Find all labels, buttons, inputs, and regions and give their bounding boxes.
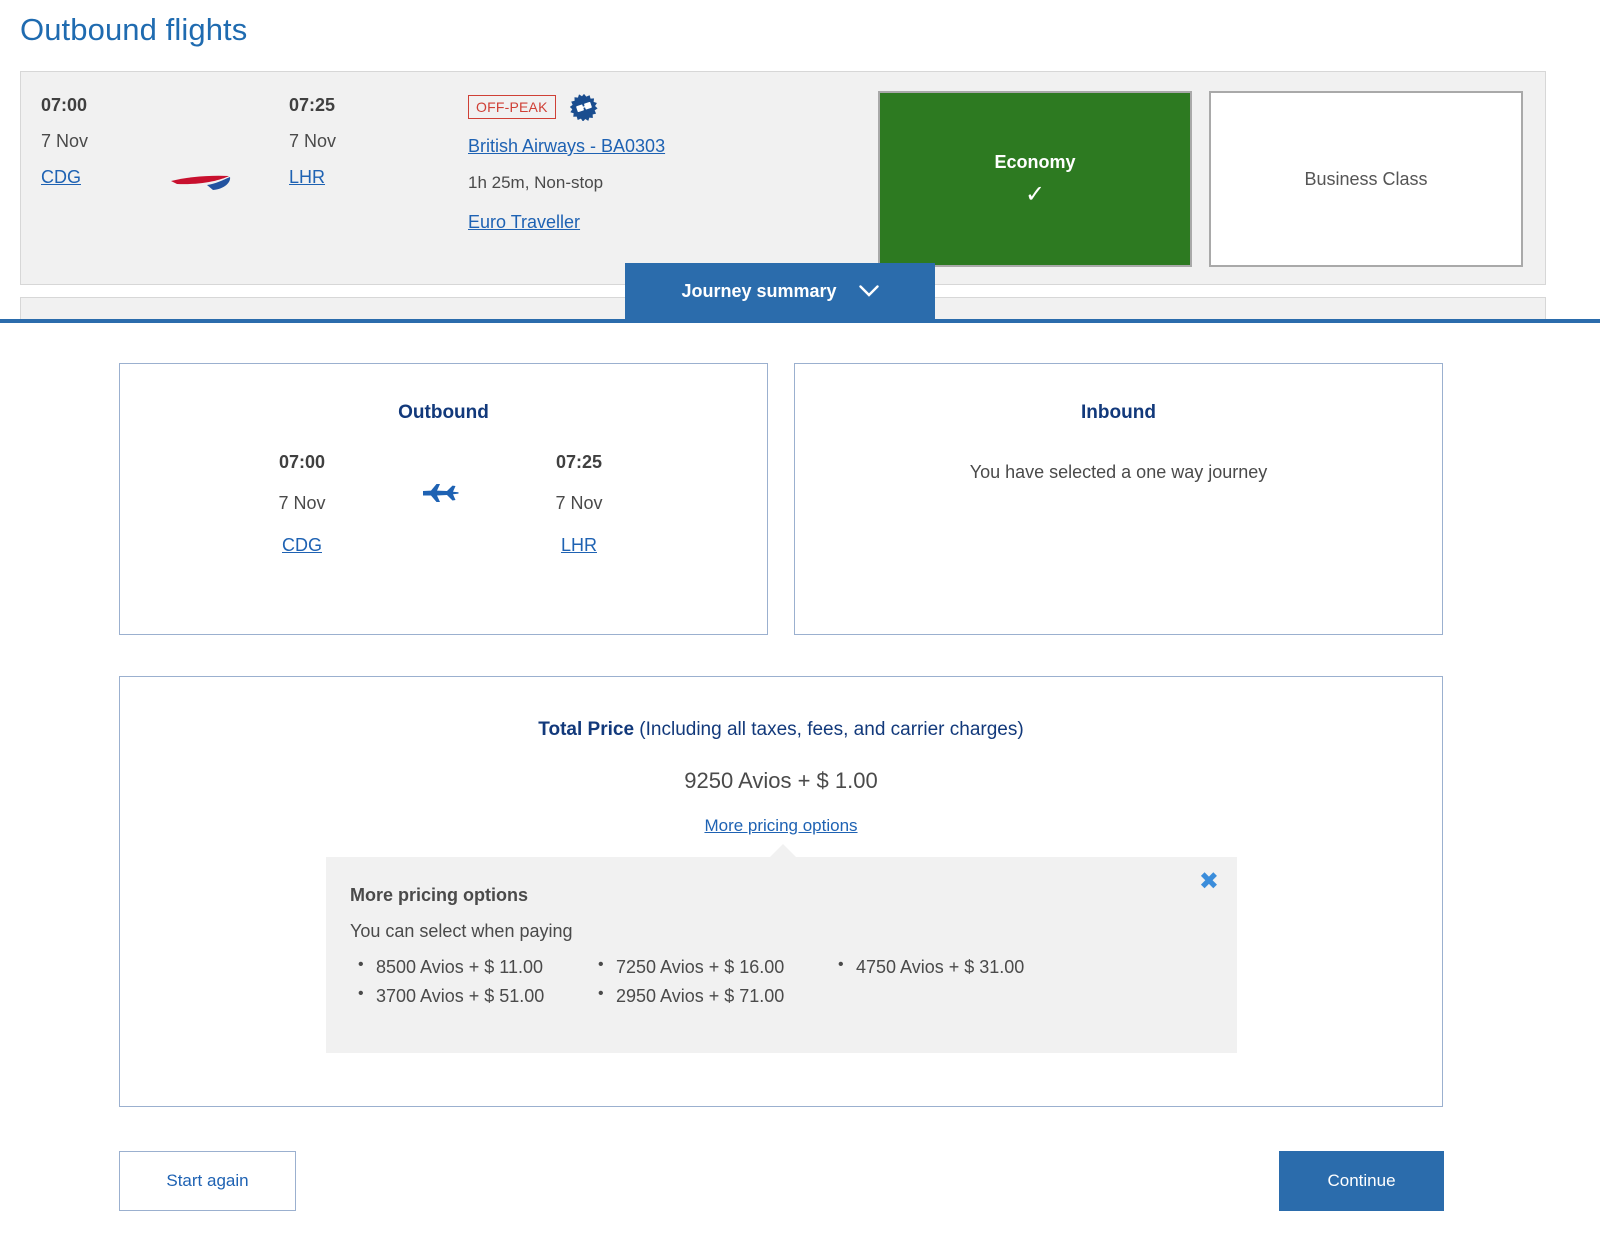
more-pricing-options-popup: More pricing options You can select when…	[326, 844, 1237, 1053]
inbound-summary-panel: Inbound You have selected a one way jour…	[794, 363, 1443, 635]
check-icon: ✓	[1024, 180, 1046, 208]
flight-departure-column: 07:00 7 Nov CDG	[41, 96, 221, 188]
departure-airport-link[interactable]: CDG	[41, 167, 81, 188]
list-item[interactable]: 3700 Avios + $ 51.00	[354, 985, 594, 1007]
total-price-heading: Total Price (Including all taxes, fees, …	[120, 719, 1442, 741]
cabin-option-business-label: Business Class	[1304, 168, 1428, 189]
flight-details-column: OFF-PEAK British Airways - BA0303 1h 25m…	[468, 92, 868, 233]
page-title: Outbound flights	[20, 12, 248, 47]
flight-result-card: 07:00 7 Nov CDG 07:25 7 Nov LHR OFF-PEAK…	[20, 71, 1546, 285]
list-item[interactable]: 4750 Avios + $ 31.00	[834, 956, 1074, 978]
cabin-option-economy[interactable]: Economy ✓	[878, 91, 1192, 267]
departure-date: 7 Nov	[41, 131, 89, 151]
outbound-departure-date: 7 Nov	[278, 493, 326, 513]
cabin-option-economy-label: Economy	[994, 151, 1076, 172]
popup-title: More pricing options	[350, 885, 528, 905]
outbound-leg-row: 07:00 7 Nov CDG 07:25 7 Nov LHR	[120, 452, 767, 572]
outbound-arrival-block: 07:25 7 Nov LHR	[479, 452, 679, 556]
rosette-badge-icon	[569, 93, 598, 121]
outbound-departure-block: 07:00 7 Nov CDG	[202, 452, 402, 556]
continue-button[interactable]: Continue	[1279, 1151, 1444, 1211]
start-again-button[interactable]: Start again	[119, 1151, 296, 1211]
inbound-panel-note: You have selected a one way journey	[969, 462, 1268, 482]
list-item[interactable]: 7250 Avios + $ 16.00	[594, 956, 834, 978]
flight-badges: OFF-PEAK	[468, 92, 868, 122]
inbound-panel-title: Inbound	[1081, 402, 1156, 423]
list-item[interactable]: 8500 Avios + $ 11.00	[354, 956, 594, 978]
outbound-panel-title: Outbound	[398, 402, 489, 423]
total-price-note: (Including all taxes, fees, and carrier …	[634, 719, 1024, 740]
total-price-card: Total Price (Including all taxes, fees, …	[119, 676, 1443, 1107]
section-divider	[0, 319, 1600, 323]
chevron-down-icon	[858, 285, 879, 297]
airplane-icon	[423, 484, 459, 502]
outbound-arrival-airport-link[interactable]: LHR	[561, 535, 597, 556]
outbound-departure-time: 07:00	[278, 452, 326, 472]
cabin-name-link[interactable]: Euro Traveller	[468, 212, 580, 233]
journey-summary-tab[interactable]: Journey summary	[625, 263, 935, 319]
cabin-option-business[interactable]: Business Class	[1209, 91, 1523, 267]
flight-arrival-column: 07:25 7 Nov LHR	[289, 96, 469, 188]
arrival-airport-link[interactable]: LHR	[289, 167, 325, 188]
total-price-amount: 9250 Avios + $ 1.00	[684, 768, 878, 793]
off-peak-badge: OFF-PEAK	[468, 95, 556, 119]
outbound-arrival-time: 07:25	[555, 452, 603, 472]
list-item[interactable]: 2950 Avios + $ 71.00	[594, 985, 834, 1007]
more-pricing-options-link[interactable]: More pricing options	[120, 816, 1442, 836]
arrival-time: 07:25	[289, 95, 336, 115]
popup-subtitle: You can select when paying	[350, 921, 573, 941]
flight-number-link[interactable]: British Airways - BA0303	[468, 136, 868, 157]
pricing-options-list: 8500 Avios + $ 11.00 7250 Avios + $ 16.0…	[354, 956, 1154, 1007]
close-icon[interactable]: ✖	[1199, 869, 1219, 893]
outbound-summary-panel: Outbound 07:00 7 Nov CDG 07:25 7 Nov LHR	[119, 363, 768, 635]
outbound-departure-airport-link[interactable]: CDG	[282, 535, 322, 556]
popup-arrow	[769, 844, 797, 858]
flight-duration: 1h 25m, Non-stop	[468, 173, 604, 192]
total-price-label: Total Price	[538, 719, 635, 740]
outbound-arrival-date: 7 Nov	[555, 493, 603, 513]
arrival-date: 7 Nov	[289, 131, 337, 151]
departure-time: 07:00	[41, 95, 88, 115]
journey-summary-label: Journey summary	[681, 280, 837, 301]
